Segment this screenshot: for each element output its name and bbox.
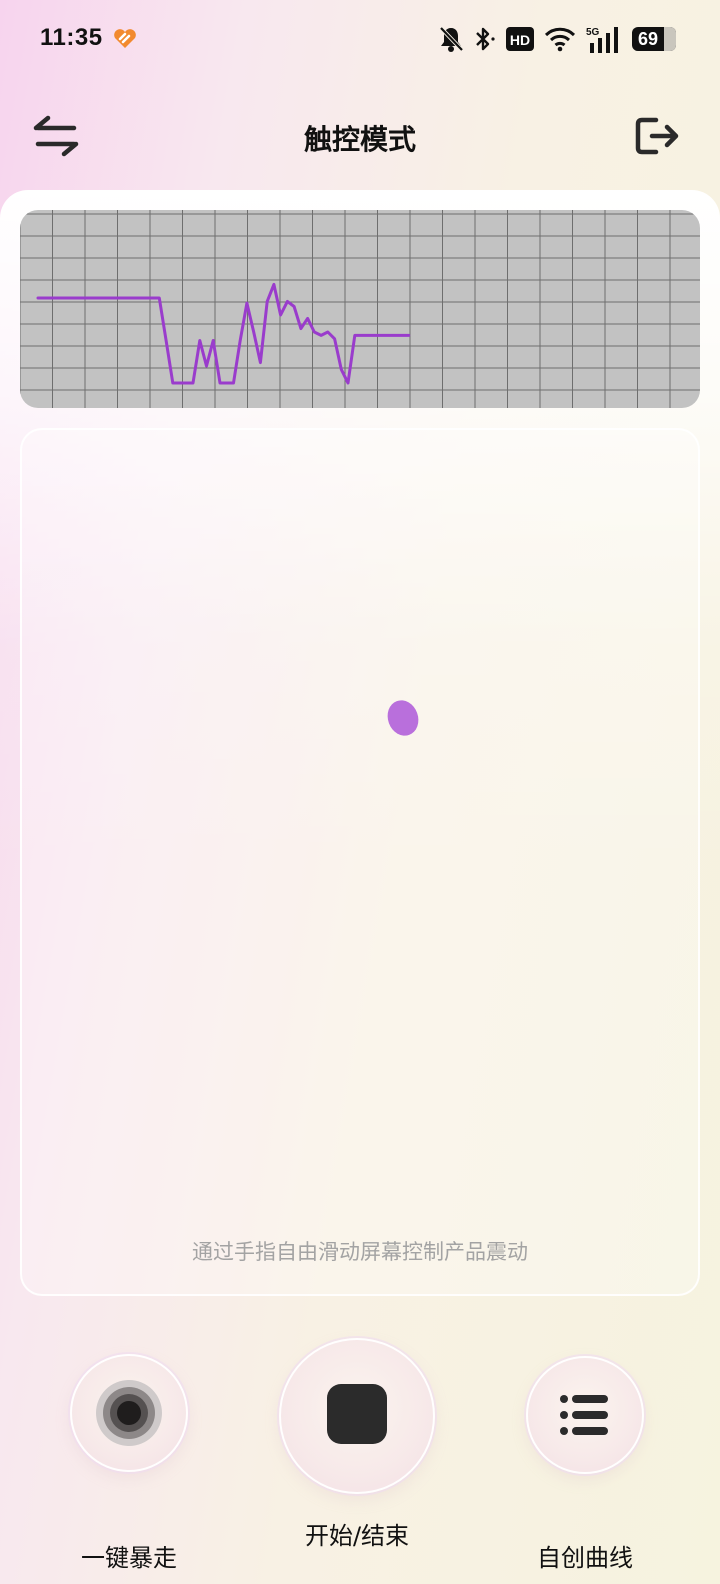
start-stop-label: 开始/结束 xyxy=(304,1522,410,1550)
signal-5g-icon: 5G xyxy=(586,27,618,53)
battery-icon: 69 xyxy=(632,27,676,51)
battery-level: 69 xyxy=(638,28,659,49)
list-icon xyxy=(560,1395,608,1435)
hd-icon: HD xyxy=(506,27,534,51)
status-bar: 11:35 HD 5G 69 xyxy=(0,0,720,80)
bottom-actions: 一键暴走 开始/结束 自创曲线 xyxy=(0,1330,720,1584)
wave-svg xyxy=(20,210,700,408)
svg-text:5G: 5G xyxy=(586,27,600,38)
mute-bell-icon xyxy=(439,26,464,52)
custom-curve-label: 自创曲线 xyxy=(537,1544,633,1572)
wifi-icon xyxy=(544,27,576,52)
status-icons: HD 5G 69 xyxy=(438,24,676,54)
touch-point-dot[interactable] xyxy=(382,695,424,741)
start-stop-button[interactable]: 开始/结束 xyxy=(279,1338,435,1550)
exit-icon[interactable] xyxy=(634,112,682,160)
custom-curve-button[interactable]: 自创曲线 xyxy=(526,1356,644,1572)
svg-text:HD: HD xyxy=(510,32,530,48)
bluetooth-icon xyxy=(476,27,495,51)
status-time: 11:35 xyxy=(40,24,103,51)
page-title: 触控模式 xyxy=(303,123,416,156)
touch-hint-text: 通过手指自由滑动屏幕控制产品震动 xyxy=(192,1240,528,1264)
stop-icon xyxy=(327,1384,387,1444)
vortex-icon xyxy=(96,1380,162,1446)
top-bar: 触控模式 xyxy=(0,100,720,170)
rampage-label: 一键暴走 xyxy=(81,1544,177,1572)
vibration-wave-chart xyxy=(20,210,700,408)
touch-control-area[interactable]: 通过手指自由滑动屏幕控制产品震动 xyxy=(20,428,700,1296)
rampage-button[interactable]: 一键暴走 xyxy=(70,1354,188,1572)
heart-app-icon xyxy=(114,29,136,48)
